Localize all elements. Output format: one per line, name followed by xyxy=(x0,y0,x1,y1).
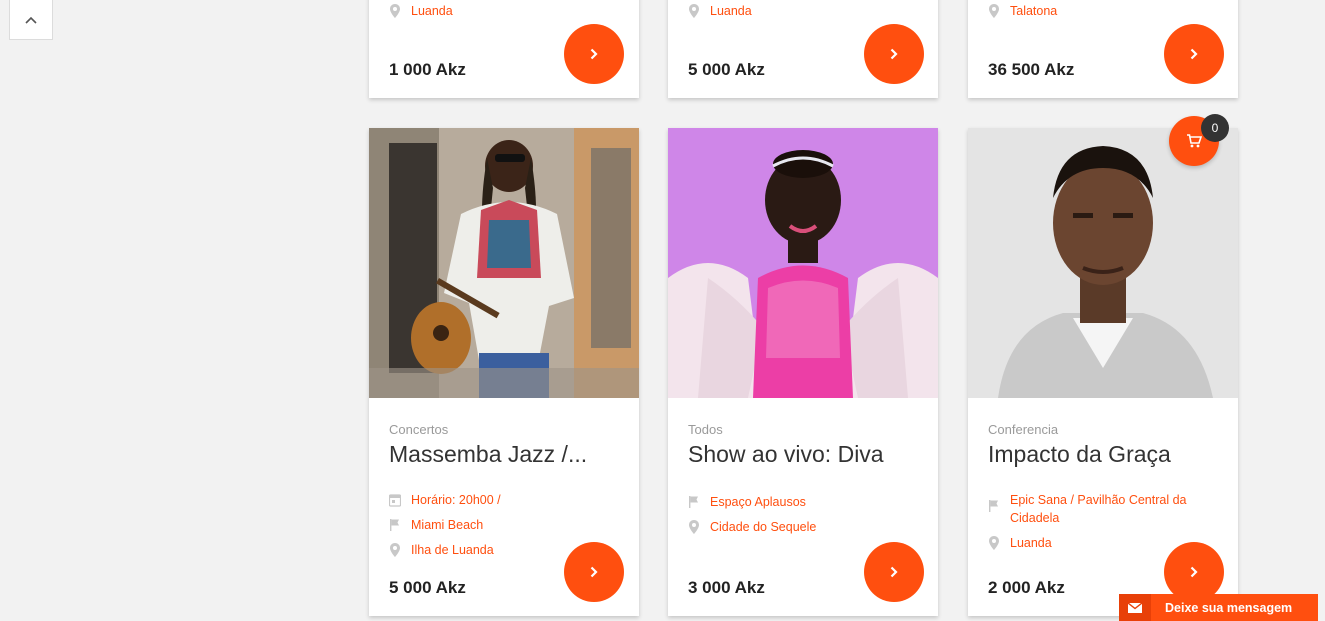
event-info: Concertos Massemba Jazz /... xyxy=(389,422,619,468)
shopping-cart-icon xyxy=(1187,134,1202,148)
calendar-icon xyxy=(389,494,401,507)
chevron-right-icon xyxy=(1190,566,1198,578)
event-price: 2 000 Akz xyxy=(988,578,1065,597)
event-image[interactable] xyxy=(369,128,639,398)
flag-icon xyxy=(390,519,399,531)
event-time: Horário: 20h00 / xyxy=(389,491,619,509)
event-title[interactable]: Impacto da Graça xyxy=(988,440,1218,468)
cart-count-badge: 0 xyxy=(1201,114,1229,142)
envelope-icon xyxy=(1119,594,1151,621)
chevron-right-icon xyxy=(890,566,898,578)
chevron-right-icon xyxy=(590,566,598,578)
event-venue: Miami Beach xyxy=(389,516,619,534)
event-venue-text: Epic Sana / Pavilhão Central da Cidadela xyxy=(1010,493,1187,525)
event-card: Conferencia Impacto da Graça Epic Sana /… xyxy=(968,128,1238,616)
event-card: Luanda 1 000 Akz xyxy=(369,0,639,98)
location-pin-icon xyxy=(689,520,699,534)
scroll-to-top-button[interactable] xyxy=(9,0,53,40)
location-pin-icon xyxy=(390,4,400,18)
event-details-button[interactable] xyxy=(864,24,924,84)
event-title[interactable]: Show ao vivo: Diva xyxy=(688,440,918,468)
event-details-button[interactable] xyxy=(564,542,624,602)
event-price: 5 000 Akz xyxy=(389,578,466,597)
location-pin-icon xyxy=(989,4,999,18)
location-pin-icon xyxy=(390,543,400,557)
event-title[interactable]: Massemba Jazz /... xyxy=(389,440,619,468)
event-location-text: Cidade do Sequele xyxy=(710,520,817,534)
location-pin-icon xyxy=(689,4,699,18)
leave-message-button[interactable]: Deixe sua mensagem xyxy=(1119,594,1318,621)
event-price: 5 000 Akz xyxy=(688,60,765,79)
event-venue-text: Espaço Aplausos xyxy=(710,495,806,509)
event-meta: Espaço Aplausos Cidade do Sequele xyxy=(688,493,918,543)
event-details-button[interactable] xyxy=(564,24,624,84)
chevron-right-icon xyxy=(890,48,898,60)
event-info: Conferencia Impacto da Graça xyxy=(988,422,1218,468)
event-location-text: Luanda xyxy=(710,4,752,18)
event-location-text: Luanda xyxy=(1010,536,1052,550)
event-details-button[interactable] xyxy=(864,542,924,602)
event-details-button[interactable] xyxy=(1164,24,1224,84)
event-location: Luanda xyxy=(389,4,453,18)
event-price: 3 000 Akz xyxy=(688,578,765,597)
event-image[interactable] xyxy=(968,128,1238,398)
chevron-right-icon xyxy=(590,48,598,60)
leave-message-label: Deixe sua mensagem xyxy=(1165,600,1293,615)
event-location: Luanda xyxy=(688,4,752,18)
event-location-text: Talatona xyxy=(1010,4,1058,18)
event-location-text: Luanda xyxy=(411,4,453,18)
flag-icon xyxy=(689,496,698,508)
event-venue: Espaço Aplausos xyxy=(688,493,918,511)
event-card: Luanda 5 000 Akz xyxy=(668,0,938,98)
chevron-up-icon xyxy=(25,16,37,24)
event-time-text: Horário: 20h00 / xyxy=(411,493,501,507)
chevron-right-icon xyxy=(1190,48,1198,60)
event-venue-text: Miami Beach xyxy=(411,518,484,532)
event-category: Conferencia xyxy=(988,422,1059,437)
event-venue: Epic Sana / Pavilhão Central da Cidadela xyxy=(988,491,1218,527)
event-category: Todos xyxy=(688,422,723,437)
event-location-text: Ilha de Luanda xyxy=(411,543,494,557)
event-details-button[interactable] xyxy=(1164,542,1224,602)
event-card: Concertos Massemba Jazz /... Horário: 20… xyxy=(369,128,639,616)
event-location: Talatona xyxy=(988,4,1057,18)
flag-icon xyxy=(989,500,998,512)
event-card: Talatona 36 500 Akz xyxy=(968,0,1238,98)
event-price: 1 000 Akz xyxy=(389,60,466,79)
event-location: Cidade do Sequele xyxy=(688,518,918,536)
event-category: Concertos xyxy=(389,422,449,437)
event-card: Todos Show ao vivo: Diva Espaço Aplausos… xyxy=(668,128,938,616)
event-info: Todos Show ao vivo: Diva xyxy=(688,422,918,468)
location-pin-icon xyxy=(989,536,999,550)
event-image[interactable] xyxy=(668,128,938,398)
event-price: 36 500 Akz xyxy=(988,60,1075,79)
